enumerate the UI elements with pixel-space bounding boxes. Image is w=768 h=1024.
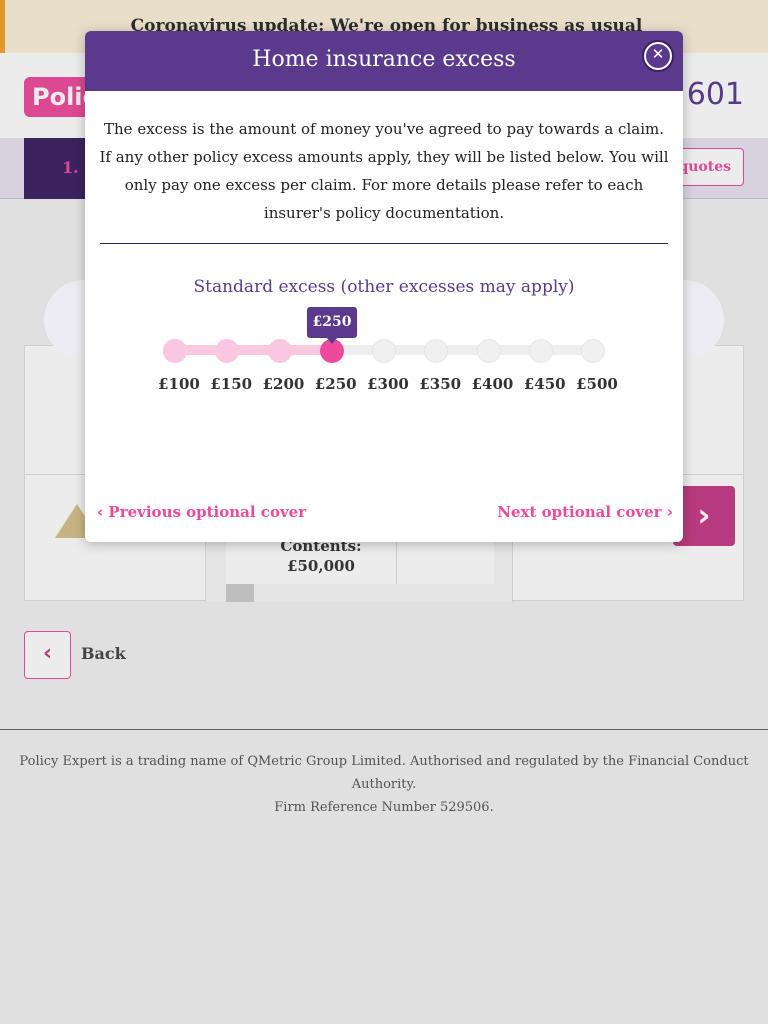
slider-step[interactable] bbox=[476, 339, 501, 363]
slider-title: Standard excess (other excesses may appl… bbox=[193, 277, 575, 297]
excess-option-label[interactable]: £400 bbox=[468, 375, 518, 393]
modal-title: Home insurance excess bbox=[252, 47, 516, 72]
modal-description: The excess is the amount of money you've… bbox=[99, 120, 669, 222]
slider-step[interactable] bbox=[528, 339, 553, 363]
previous-optional-cover-link[interactable]: ‹ Previous optional cover bbox=[97, 503, 306, 521]
modal-divider bbox=[100, 243, 668, 244]
previous-optional-cover-label: Previous optional cover bbox=[108, 503, 307, 521]
excess-option-label[interactable]: £200 bbox=[259, 375, 309, 393]
slider-step[interactable] bbox=[424, 339, 449, 363]
excess-option-label[interactable]: £250 bbox=[311, 375, 361, 393]
next-optional-cover-link[interactable]: Next optional cover › bbox=[497, 503, 673, 521]
excess-option-label[interactable]: £150 bbox=[206, 375, 256, 393]
close-icon[interactable] bbox=[642, 40, 674, 72]
slider-step[interactable] bbox=[581, 339, 605, 363]
slider-step[interactable] bbox=[267, 339, 292, 363]
excess-modal: Home insurance excess The excess is the … bbox=[85, 31, 683, 542]
excess-option-label[interactable]: £100 bbox=[154, 375, 204, 393]
modal-header: Home insurance excess bbox=[85, 31, 683, 91]
selected-excess-tag: £250 bbox=[307, 307, 357, 344]
slider-step[interactable] bbox=[372, 339, 396, 363]
excess-option-label[interactable]: £350 bbox=[415, 375, 465, 393]
slider-step[interactable] bbox=[215, 339, 240, 363]
excess-option-label[interactable]: £300 bbox=[363, 375, 413, 393]
excess-slider-fill bbox=[175, 345, 332, 355]
next-optional-cover-label: Next optional cover bbox=[497, 503, 662, 521]
chevron-right-icon: › bbox=[666, 503, 673, 521]
slider-step[interactable] bbox=[163, 339, 187, 363]
excess-option-label[interactable]: £500 bbox=[572, 375, 622, 393]
excess-option-label[interactable]: £450 bbox=[520, 375, 570, 393]
chevron-left-icon: ‹ bbox=[97, 503, 104, 521]
